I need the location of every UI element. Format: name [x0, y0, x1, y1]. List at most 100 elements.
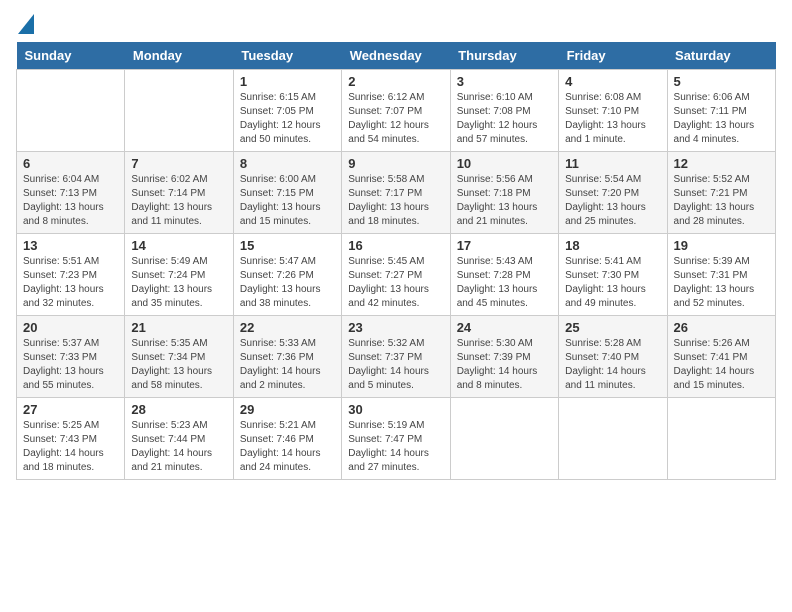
day-number: 23: [348, 320, 443, 335]
calendar-cell: 5 Sunrise: 6:06 AMSunset: 7:11 PMDaylight…: [667, 70, 775, 152]
calendar-header-friday: Friday: [559, 42, 667, 70]
calendar-cell: [559, 398, 667, 480]
day-number: 30: [348, 402, 443, 417]
day-info: Sunrise: 6:04 AMSunset: 7:13 PMDaylight:…: [23, 173, 118, 229]
calendar-cell: 22 Sunrise: 5:33 AMSunset: 7:36 PMDayligh…: [233, 316, 341, 398]
day-info: Sunrise: 5:49 AMSunset: 7:24 PMDaylight:…: [131, 255, 226, 311]
day-number: 10: [457, 156, 552, 171]
calendar-header-row: SundayMondayTuesdayWednesdayThursdayFrid…: [17, 42, 776, 70]
day-number: 22: [240, 320, 335, 335]
day-number: 11: [565, 156, 660, 171]
day-info: Sunrise: 5:32 AMSunset: 7:37 PMDaylight:…: [348, 337, 443, 393]
day-info: Sunrise: 6:10 AMSunset: 7:08 PMDaylight:…: [457, 91, 552, 147]
day-number: 21: [131, 320, 226, 335]
calendar-cell: 2 Sunrise: 6:12 AMSunset: 7:07 PMDaylight…: [342, 70, 450, 152]
day-info: Sunrise: 5:43 AMSunset: 7:28 PMDaylight:…: [457, 255, 552, 311]
calendar-table: SundayMondayTuesdayWednesdayThursdayFrid…: [16, 42, 776, 480]
calendar-cell: 23 Sunrise: 5:32 AMSunset: 7:37 PMDayligh…: [342, 316, 450, 398]
calendar-cell: 4 Sunrise: 6:08 AMSunset: 7:10 PMDaylight…: [559, 70, 667, 152]
calendar-cell: 19 Sunrise: 5:39 AMSunset: 7:31 PMDayligh…: [667, 234, 775, 316]
day-info: Sunrise: 5:35 AMSunset: 7:34 PMDaylight:…: [131, 337, 226, 393]
day-info: Sunrise: 6:15 AMSunset: 7:05 PMDaylight:…: [240, 91, 335, 147]
day-number: 13: [23, 238, 118, 253]
calendar-cell: 1Sunrise: 6:15 AMSunset: 7:05 PMDaylight…: [233, 70, 341, 152]
calendar-week-5: 27 Sunrise: 5:25 AMSunset: 7:43 PMDayligh…: [17, 398, 776, 480]
day-number: 16: [348, 238, 443, 253]
day-info: Sunrise: 5:26 AMSunset: 7:41 PMDaylight:…: [674, 337, 769, 393]
day-number: 27: [23, 402, 118, 417]
day-number: 5: [674, 74, 769, 89]
day-info: Sunrise: 5:21 AMSunset: 7:46 PMDaylight:…: [240, 419, 335, 475]
calendar-week-2: 6 Sunrise: 6:04 AMSunset: 7:13 PMDaylight…: [17, 152, 776, 234]
calendar-week-3: 13 Sunrise: 5:51 AMSunset: 7:23 PMDayligh…: [17, 234, 776, 316]
calendar-cell: 25 Sunrise: 5:28 AMSunset: 7:40 PMDayligh…: [559, 316, 667, 398]
calendar-cell: 27 Sunrise: 5:25 AMSunset: 7:43 PMDayligh…: [17, 398, 125, 480]
day-info: Sunrise: 5:45 AMSunset: 7:27 PMDaylight:…: [348, 255, 443, 311]
day-number: 19: [674, 238, 769, 253]
day-number: 7: [131, 156, 226, 171]
logo: [16, 16, 34, 34]
calendar-cell: 6 Sunrise: 6:04 AMSunset: 7:13 PMDaylight…: [17, 152, 125, 234]
calendar-cell: 18 Sunrise: 5:41 AMSunset: 7:30 PMDayligh…: [559, 234, 667, 316]
day-number: 24: [457, 320, 552, 335]
calendar-cell: 17Sunrise: 5:43 AMSunset: 7:28 PMDayligh…: [450, 234, 558, 316]
day-info: Sunrise: 5:23 AMSunset: 7:44 PMDaylight:…: [131, 419, 226, 475]
calendar-cell: [17, 70, 125, 152]
day-info: Sunrise: 5:30 AMSunset: 7:39 PMDaylight:…: [457, 337, 552, 393]
calendar-week-1: 1Sunrise: 6:15 AMSunset: 7:05 PMDaylight…: [17, 70, 776, 152]
logo-triangle-icon: [18, 14, 34, 34]
day-info: Sunrise: 5:33 AMSunset: 7:36 PMDaylight:…: [240, 337, 335, 393]
day-info: Sunrise: 5:37 AMSunset: 7:33 PMDaylight:…: [23, 337, 118, 393]
day-info: Sunrise: 5:25 AMSunset: 7:43 PMDaylight:…: [23, 419, 118, 475]
calendar-cell: [667, 398, 775, 480]
day-info: Sunrise: 6:00 AMSunset: 7:15 PMDaylight:…: [240, 173, 335, 229]
day-number: 2: [348, 74, 443, 89]
day-number: 6: [23, 156, 118, 171]
calendar-cell: 28 Sunrise: 5:23 AMSunset: 7:44 PMDayligh…: [125, 398, 233, 480]
day-number: 9: [348, 156, 443, 171]
day-number: 4: [565, 74, 660, 89]
day-info: Sunrise: 5:47 AMSunset: 7:26 PMDaylight:…: [240, 255, 335, 311]
day-number: 8: [240, 156, 335, 171]
day-info: Sunrise: 6:08 AMSunset: 7:10 PMDaylight:…: [565, 91, 660, 147]
day-number: 26: [674, 320, 769, 335]
calendar-header-saturday: Saturday: [667, 42, 775, 70]
calendar-header-tuesday: Tuesday: [233, 42, 341, 70]
day-number: 29: [240, 402, 335, 417]
day-number: 18: [565, 238, 660, 253]
day-info: Sunrise: 5:58 AMSunset: 7:17 PMDaylight:…: [348, 173, 443, 229]
day-number: 28: [131, 402, 226, 417]
calendar-cell: 29 Sunrise: 5:21 AMSunset: 7:46 PMDayligh…: [233, 398, 341, 480]
day-number: 3: [457, 74, 552, 89]
calendar-header-thursday: Thursday: [450, 42, 558, 70]
day-info: Sunrise: 5:19 AMSunset: 7:47 PMDaylight:…: [348, 419, 443, 475]
day-info: Sunrise: 5:41 AMSunset: 7:30 PMDaylight:…: [565, 255, 660, 311]
day-number: 12: [674, 156, 769, 171]
day-info: Sunrise: 5:28 AMSunset: 7:40 PMDaylight:…: [565, 337, 660, 393]
day-info: Sunrise: 5:39 AMSunset: 7:31 PMDaylight:…: [674, 255, 769, 311]
day-info: Sunrise: 5:56 AMSunset: 7:18 PMDaylight:…: [457, 173, 552, 229]
calendar-cell: 15Sunrise: 5:47 AMSunset: 7:26 PMDayligh…: [233, 234, 341, 316]
calendar-cell: 3 Sunrise: 6:10 AMSunset: 7:08 PMDaylight…: [450, 70, 558, 152]
day-info: Sunrise: 6:02 AMSunset: 7:14 PMDaylight:…: [131, 173, 226, 229]
calendar-cell: 21 Sunrise: 5:35 AMSunset: 7:34 PMDayligh…: [125, 316, 233, 398]
calendar-cell: [125, 70, 233, 152]
calendar-cell: 13 Sunrise: 5:51 AMSunset: 7:23 PMDayligh…: [17, 234, 125, 316]
calendar-cell: 7 Sunrise: 6:02 AMSunset: 7:14 PMDaylight…: [125, 152, 233, 234]
page-header: [16, 16, 776, 34]
calendar-cell: 14Sunrise: 5:49 AMSunset: 7:24 PMDayligh…: [125, 234, 233, 316]
calendar-cell: 26 Sunrise: 5:26 AMSunset: 7:41 PMDayligh…: [667, 316, 775, 398]
calendar-header-sunday: Sunday: [17, 42, 125, 70]
day-number: 20: [23, 320, 118, 335]
calendar-cell: 11Sunrise: 5:54 AMSunset: 7:20 PMDayligh…: [559, 152, 667, 234]
day-info: Sunrise: 6:12 AMSunset: 7:07 PMDaylight:…: [348, 91, 443, 147]
day-info: Sunrise: 5:52 AMSunset: 7:21 PMDaylight:…: [674, 173, 769, 229]
calendar-cell: 8 Sunrise: 6:00 AMSunset: 7:15 PMDaylight…: [233, 152, 341, 234]
calendar-cell: [450, 398, 558, 480]
calendar-cell: 16 Sunrise: 5:45 AMSunset: 7:27 PMDayligh…: [342, 234, 450, 316]
calendar-cell: 9 Sunrise: 5:58 AMSunset: 7:17 PMDaylight…: [342, 152, 450, 234]
day-info: Sunrise: 5:51 AMSunset: 7:23 PMDaylight:…: [23, 255, 118, 311]
calendar-cell: 10 Sunrise: 5:56 AMSunset: 7:18 PMDayligh…: [450, 152, 558, 234]
day-number: 25: [565, 320, 660, 335]
day-info: Sunrise: 6:06 AMSunset: 7:11 PMDaylight:…: [674, 91, 769, 147]
